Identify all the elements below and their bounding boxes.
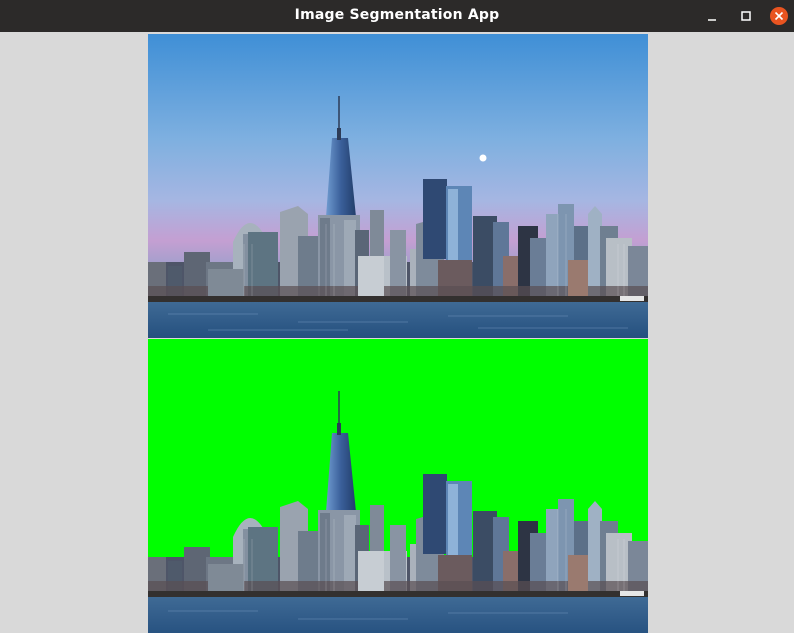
original-skyline-image: [148, 34, 648, 338]
segmented-skyline-image: [148, 339, 648, 633]
close-button[interactable]: [769, 6, 789, 26]
original-image: [148, 34, 648, 338]
maximize-icon: [741, 11, 751, 21]
segmented-image: [148, 339, 648, 633]
moon-icon: [479, 154, 487, 162]
close-icon: [770, 7, 788, 25]
window-titlebar: Image Segmentation App: [0, 0, 794, 32]
window-title: Image Segmentation App: [294, 7, 500, 23]
main-content: [0, 32, 794, 633]
maximize-button[interactable]: [736, 6, 756, 26]
minimize-icon: [708, 19, 716, 21]
minimize-button[interactable]: [702, 6, 722, 26]
